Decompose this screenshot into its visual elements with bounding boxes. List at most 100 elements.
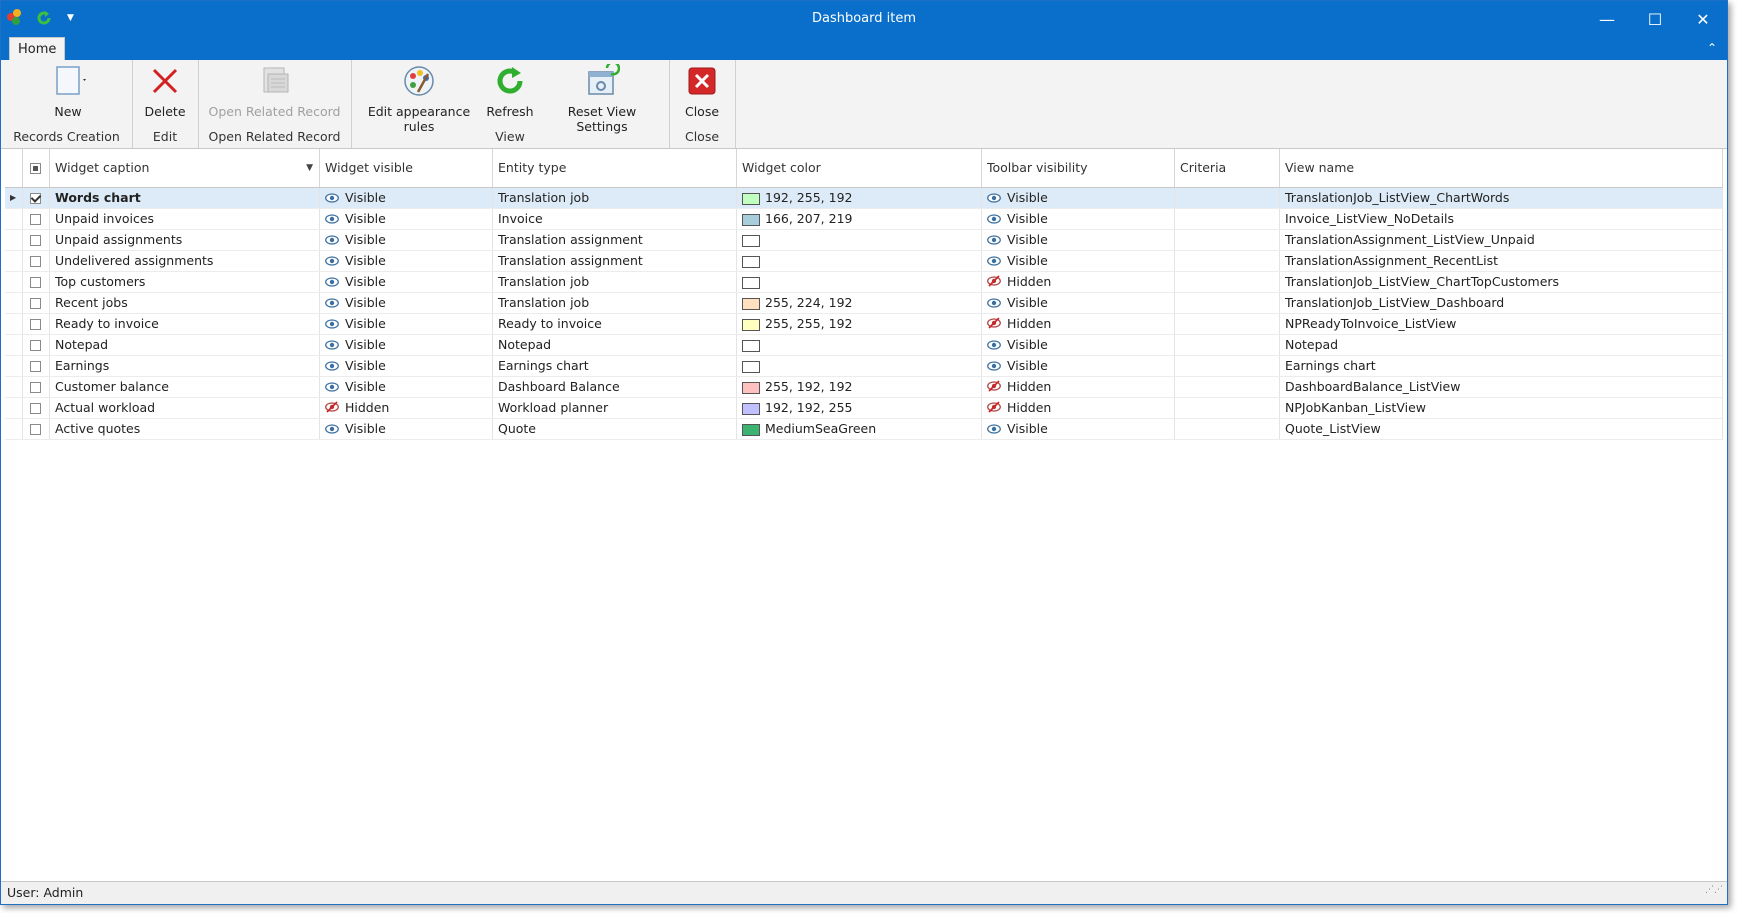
cell-view-name[interactable]: TranslationJob_ListView_ChartWords	[1280, 188, 1723, 208]
open-related-record-button[interactable]: Open Related Record	[202, 64, 347, 119]
cell-criteria[interactable]	[1175, 377, 1280, 397]
row-indicator[interactable]	[5, 230, 23, 250]
row-checkbox[interactable]	[23, 377, 50, 397]
close-window-button[interactable]: ✕	[1679, 1, 1727, 37]
cell-widget-color[interactable]: 255, 224, 192	[737, 293, 982, 313]
cell-entity-type[interactable]: Dashboard Balance	[493, 377, 737, 397]
cell-entity-type[interactable]: Translation assignment	[493, 230, 737, 250]
row-indicator[interactable]	[5, 314, 23, 334]
row-indicator[interactable]	[5, 335, 23, 355]
column-header-entity-type[interactable]: Entity type	[493, 149, 737, 187]
row-checkbox[interactable]	[23, 272, 50, 292]
cell-view-name[interactable]: NPReadyToInvoice_ListView	[1280, 314, 1723, 334]
cell-toolbar-visibility[interactable]: Hidden	[982, 314, 1175, 334]
cell-toolbar-visibility[interactable]: Hidden	[982, 377, 1175, 397]
delete-button[interactable]: Delete	[138, 64, 192, 119]
row-indicator[interactable]	[5, 377, 23, 397]
cell-toolbar-visibility[interactable]: Visible	[982, 188, 1175, 208]
cell-criteria[interactable]	[1175, 293, 1280, 313]
cell-widget-color[interactable]: MediumSeaGreen	[737, 419, 982, 439]
table-row[interactable]: Ready to invoice Visible Ready to invoice 2…	[5, 314, 1723, 335]
maximize-button[interactable]: ☐	[1631, 1, 1679, 37]
select-all-checkbox[interactable]	[23, 149, 50, 187]
table-row[interactable]: Unpaid assignments Visible Translation ass…	[5, 230, 1723, 251]
column-header-widget-caption[interactable]: Widget caption ▼	[50, 149, 320, 187]
cell-widget-color[interactable]: 192, 192, 255	[737, 398, 982, 418]
cell-criteria[interactable]	[1175, 419, 1280, 439]
cell-widget-caption[interactable]: Actual workload	[50, 398, 320, 418]
table-row[interactable]: Customer balance Visible Dashboard Balance…	[5, 377, 1723, 398]
cell-widget-visible[interactable]: Visible	[320, 335, 493, 355]
cell-toolbar-visibility[interactable]: Visible	[982, 251, 1175, 271]
table-row[interactable]: Active quotes Visible Quote MediumSeaGreen V…	[5, 419, 1723, 440]
table-row[interactable]: Notepad Visible Notepad Visible Notepad	[5, 335, 1723, 356]
row-checkbox[interactable]	[23, 209, 50, 229]
cell-widget-visible[interactable]: Hidden	[320, 398, 493, 418]
cell-toolbar-visibility[interactable]: Visible	[982, 419, 1175, 439]
cell-criteria[interactable]	[1175, 314, 1280, 334]
cell-widget-caption[interactable]: Earnings	[50, 356, 320, 376]
cell-view-name[interactable]: TranslationAssignment_RecentList	[1280, 251, 1723, 271]
cell-widget-caption[interactable]: Notepad	[50, 335, 320, 355]
row-checkbox[interactable]	[23, 356, 50, 376]
cell-widget-visible[interactable]: Visible	[320, 251, 493, 271]
cell-widget-visible[interactable]: Visible	[320, 356, 493, 376]
cell-widget-color[interactable]: 255, 192, 192	[737, 377, 982, 397]
row-checkbox[interactable]	[23, 335, 50, 355]
row-indicator[interactable]	[5, 356, 23, 376]
cell-entity-type[interactable]: Translation job	[493, 272, 737, 292]
row-checkbox[interactable]	[23, 419, 50, 439]
cell-entity-type[interactable]: Earnings chart	[493, 356, 737, 376]
cell-toolbar-visibility[interactable]: Visible	[982, 209, 1175, 229]
reset-view-settings-button[interactable]: Reset View Settings	[541, 64, 663, 134]
row-indicator[interactable]	[5, 272, 23, 292]
cell-widget-visible[interactable]: Visible	[320, 188, 493, 208]
cell-widget-visible[interactable]: Visible	[320, 314, 493, 334]
cell-entity-type[interactable]: Ready to invoice	[493, 314, 737, 334]
row-checkbox[interactable]	[23, 293, 50, 313]
column-header-widget-color[interactable]: Widget color	[737, 149, 982, 187]
cell-widget-color[interactable]: 255, 255, 192	[737, 314, 982, 334]
cell-view-name[interactable]: NPJobKanban_ListView	[1280, 398, 1723, 418]
cell-toolbar-visibility[interactable]: Visible	[982, 230, 1175, 250]
column-header-toolbar-visibility[interactable]: Toolbar visibility	[982, 149, 1175, 187]
cell-toolbar-visibility[interactable]: Hidden	[982, 398, 1175, 418]
column-header-criteria[interactable]: Criteria	[1175, 149, 1280, 187]
resize-grip-icon[interactable]: ⋰⋰	[1705, 879, 1723, 901]
cell-widget-color[interactable]: 192, 255, 192	[737, 188, 982, 208]
cell-criteria[interactable]	[1175, 356, 1280, 376]
new-button[interactable]: New	[9, 64, 127, 119]
table-row[interactable]: Actual workload Hidden Workload planner 192…	[5, 398, 1723, 419]
cell-widget-color[interactable]	[737, 356, 982, 376]
close-button[interactable]: Close	[675, 64, 729, 119]
table-row[interactable]: Unpaid invoices Visible Invoice 166, 207, 2…	[5, 209, 1723, 230]
row-indicator[interactable]	[5, 419, 23, 439]
cell-widget-caption[interactable]: Active quotes	[50, 419, 320, 439]
cell-widget-caption[interactable]: Words chart	[50, 188, 320, 208]
cell-widget-caption[interactable]: Undelivered assignments	[50, 251, 320, 271]
minimize-button[interactable]: —	[1583, 1, 1631, 37]
cell-widget-color[interactable]: 166, 207, 219	[737, 209, 982, 229]
cell-widget-caption[interactable]: Recent jobs	[50, 293, 320, 313]
cell-criteria[interactable]	[1175, 251, 1280, 271]
cell-view-name[interactable]: Invoice_ListView_NoDetails	[1280, 209, 1723, 229]
collapse-ribbon-icon[interactable]: ⌃	[1707, 41, 1717, 55]
cell-widget-visible[interactable]: Visible	[320, 293, 493, 313]
cell-toolbar-visibility[interactable]: Hidden	[982, 272, 1175, 292]
column-header-view-name[interactable]: View name	[1280, 149, 1723, 187]
table-row[interactable]: ▶ Words chart Visible Translation job 192, 2…	[5, 188, 1723, 209]
edit-appearance-rules-button[interactable]: Edit appearance rules	[357, 64, 481, 134]
cell-view-name[interactable]: Notepad	[1280, 335, 1723, 355]
cell-criteria[interactable]	[1175, 209, 1280, 229]
cell-entity-type[interactable]: Translation job	[493, 188, 737, 208]
cell-criteria[interactable]	[1175, 272, 1280, 292]
cell-criteria[interactable]	[1175, 230, 1280, 250]
cell-widget-caption[interactable]: Unpaid invoices	[50, 209, 320, 229]
cell-widget-visible[interactable]: Visible	[320, 272, 493, 292]
row-checkbox[interactable]	[23, 398, 50, 418]
cell-toolbar-visibility[interactable]: Visible	[982, 356, 1175, 376]
row-indicator[interactable]	[5, 293, 23, 313]
cell-view-name[interactable]: Earnings chart	[1280, 356, 1723, 376]
table-row[interactable]: Undelivered assignments Visible Translatio…	[5, 251, 1723, 272]
cell-widget-caption[interactable]: Customer balance	[50, 377, 320, 397]
